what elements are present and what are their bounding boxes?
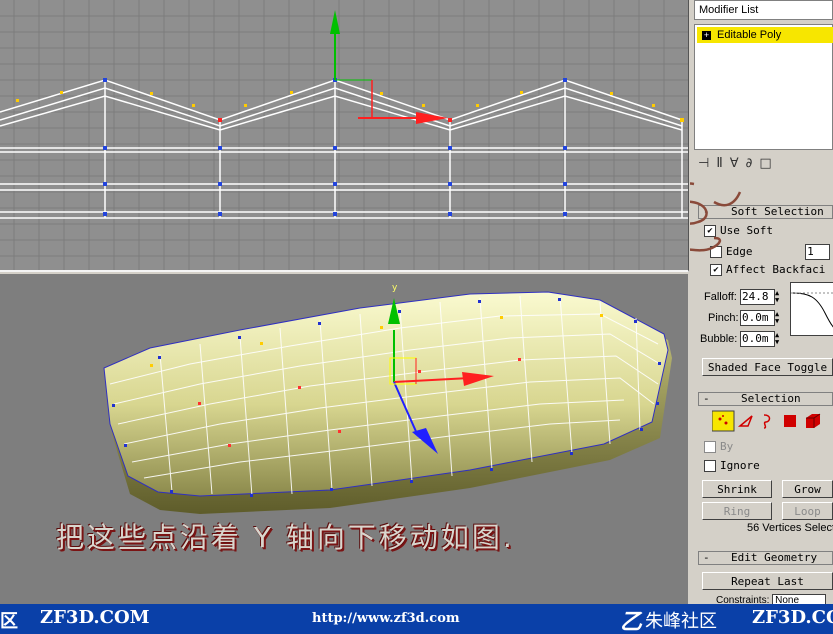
- selection-status-text: 56 Vertices Select: [747, 522, 833, 534]
- modifier-stack[interactable]: + Editable Poly: [694, 24, 833, 150]
- collapse-icon: -: [703, 392, 710, 405]
- border-mode-icon[interactable]: [763, 414, 771, 429]
- element-mode-icon[interactable]: [806, 413, 821, 428]
- stack-item-editable-poly[interactable]: + Editable Poly: [697, 27, 833, 43]
- show-end-result-icon[interactable]: Ⅱ: [716, 156, 729, 171]
- rollout-title: Edit Geometry: [731, 551, 818, 564]
- constraints-label: Constraints:: [716, 595, 770, 604]
- configure-sets-icon[interactable]: □: [759, 156, 778, 171]
- falloff-label: Falloff:: [704, 291, 737, 303]
- bubble-spinner-icon[interactable]: ▲ ▼: [775, 332, 783, 346]
- falloff-curve-graph: [790, 282, 833, 336]
- top-viewport[interactable]: [0, 0, 689, 272]
- affect-backfacing-row[interactable]: ✔ Affect Backfaci: [710, 263, 825, 276]
- edge-distance-field[interactable]: 1: [805, 244, 831, 260]
- ring-button[interactable]: Ring: [702, 502, 772, 520]
- bubble-label: Bubble:: [700, 333, 738, 345]
- pin-stack-icon[interactable]: ⊣: [698, 156, 716, 171]
- viewport-grid: [0, 0, 688, 270]
- rollout-title: Selection: [741, 392, 801, 405]
- shaded-face-toggle-button[interactable]: Shaded Face Toggle: [702, 358, 833, 376]
- watermark-logo-icon: 乙: [620, 610, 643, 634]
- by-vertex-checkbox[interactable]: [704, 441, 716, 453]
- constraints-dropdown[interactable]: None: [772, 594, 827, 604]
- falloff-field[interactable]: 24.8: [740, 289, 775, 305]
- vertex-mode-icon[interactable]: [711, 410, 735, 432]
- affect-backfacing-label: Affect Backfaci: [726, 263, 826, 276]
- subobject-level-toolbar: [711, 410, 833, 432]
- expand-icon[interactable]: +: [702, 30, 711, 40]
- falloff-row[interactable]: Falloff: 24.8 ▲ ▼: [704, 289, 783, 305]
- shrink-button[interactable]: Shrink: [702, 480, 772, 498]
- mattress-mesh[interactable]: [103, 291, 672, 514]
- handwritten-annotation: [690, 182, 742, 252]
- repeat-last-button[interactable]: Repeat Last: [702, 572, 833, 590]
- constraints-row: Constraints: None: [716, 594, 827, 604]
- modifier-list-dropdown[interactable]: Modifier List: [694, 0, 833, 20]
- command-panel: Modifier List + Editable Poly ⊣Ⅱ∀∂□ - Soft…: [690, 0, 833, 604]
- stack-item-label: Editable Poly: [717, 29, 782, 41]
- pinch-row[interactable]: Pinch: 0.0m ▲ ▼: [708, 310, 783, 326]
- by-vertex-row[interactable]: By: [704, 440, 733, 453]
- tutorial-caption: 把这些点沿着 Y 轴向下移动如图.: [56, 521, 515, 554]
- watermark-left-char: 区: [0, 611, 18, 632]
- watermark-site-left: ZF3D.COM: [40, 607, 150, 628]
- ignore-backfacing-row[interactable]: Ignore: [704, 459, 760, 472]
- pinch-spinner-icon[interactable]: ▲ ▼: [775, 311, 783, 325]
- grow-button[interactable]: Grow: [782, 480, 833, 498]
- bubble-row[interactable]: Bubble: 0.0m ▲ ▼: [700, 331, 783, 347]
- make-unique-icon[interactable]: ∀: [730, 156, 746, 171]
- watermark-site-right: ZF3D.COM: [752, 607, 833, 628]
- selection-rollout[interactable]: - Selection: [698, 392, 833, 406]
- pinch-label: Pinch:: [708, 312, 739, 324]
- watermark-url: http://www.zf3d.com: [312, 611, 460, 626]
- falloff-spinner-icon[interactable]: ▲ ▼: [775, 290, 783, 304]
- ignore-backfacing-checkbox[interactable]: [704, 460, 716, 472]
- by-vertex-label: By: [720, 440, 734, 453]
- edit-geometry-rollout[interactable]: - Edit Geometry: [698, 551, 833, 565]
- watermark-community: 朱峰社区: [645, 611, 717, 632]
- collapse-icon: -: [703, 551, 710, 564]
- loop-button[interactable]: Loop: [782, 502, 833, 520]
- edge-mode-icon[interactable]: [737, 415, 753, 427]
- top-viewport-canvas[interactable]: [0, 0, 688, 270]
- polygon-mode-icon[interactable]: [784, 415, 796, 427]
- remove-modifier-icon[interactable]: ∂: [746, 156, 760, 171]
- ignore-backfacing-label: Ignore: [720, 459, 760, 472]
- affect-backfacing-checkbox[interactable]: ✔: [710, 264, 722, 276]
- pinch-field[interactable]: 0.0m: [740, 310, 775, 326]
- bubble-field[interactable]: 0.0m: [740, 331, 775, 347]
- watermark-bar: 区 ZF3D.COM http://www.zf3d.com 乙 朱峰社区 ZF…: [0, 604, 833, 634]
- axis-y-label: y: [392, 283, 398, 293]
